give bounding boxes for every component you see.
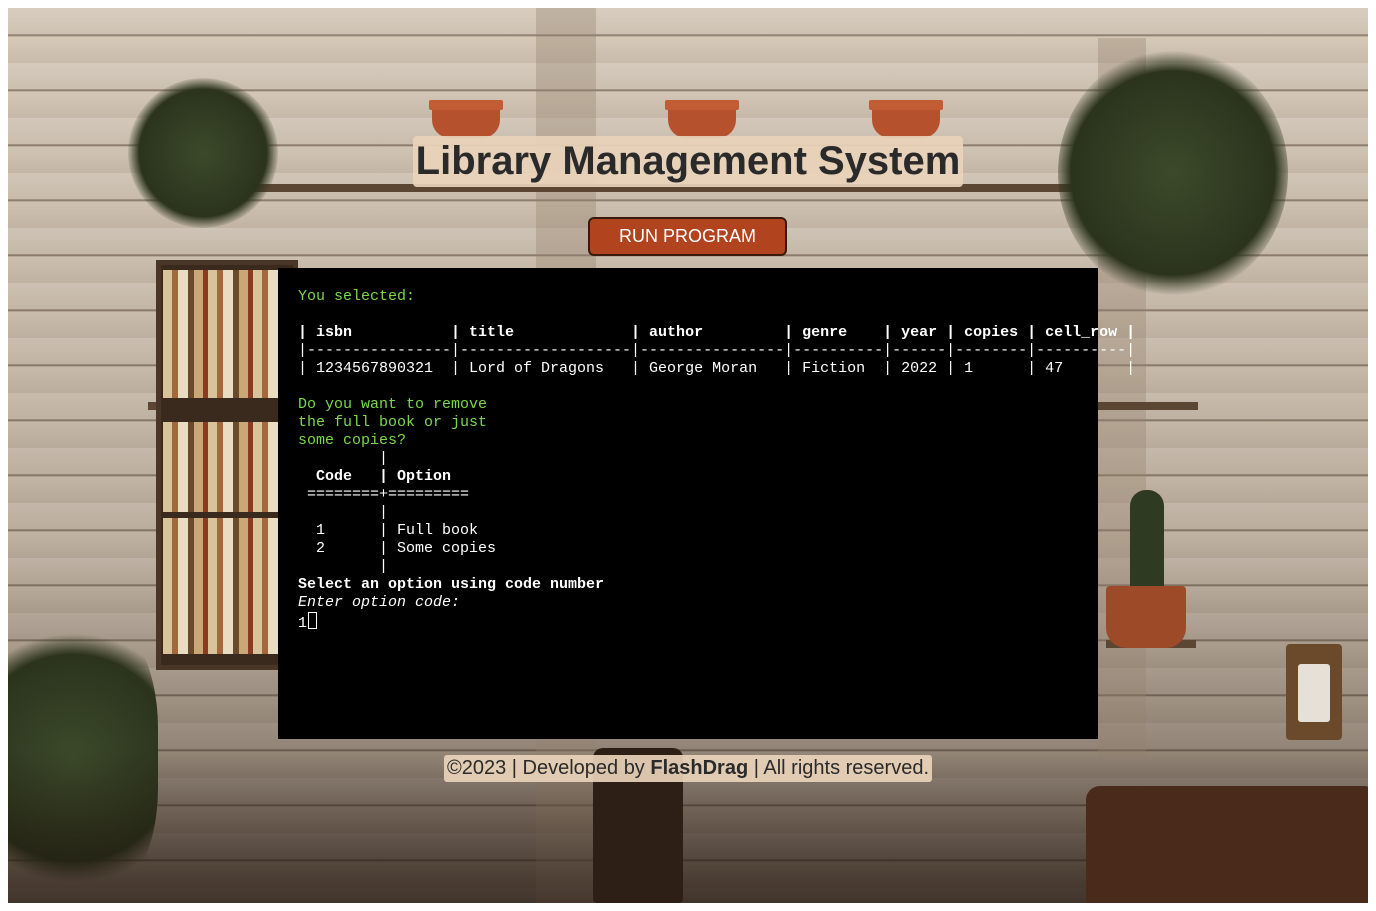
option-row-full-book: 1 | Full book <box>298 522 479 539</box>
flower-pot <box>665 100 739 138</box>
question-line: some copies? <box>298 432 407 449</box>
prompt-heading: Select an option using code number <box>298 576 605 593</box>
books <box>163 518 285 654</box>
footer-brand: FlashDrag <box>650 757 749 779</box>
question-line: Do you want to remove <box>298 396 488 413</box>
flower-pot <box>1106 586 1186 648</box>
options-table-bottom: | <box>298 558 389 575</box>
book-table-separator: |----------------|-------------------|--… <box>298 342 1136 359</box>
text-cursor-icon <box>308 612 318 629</box>
options-table-top: | <box>298 450 389 467</box>
terminal-console[interactable]: You selected: | isbn | title | author | … <box>278 268 1136 739</box>
footer-suffix: | All rights reserved. <box>748 757 930 779</box>
footer: ©2023 | Developed by FlashDrag | All rig… <box>444 755 932 782</box>
options-table-blank: | <box>298 504 389 521</box>
footer-prefix: ©2023 | Developed by <box>446 757 651 779</box>
flower-pot <box>869 100 943 138</box>
book-table-row: | 1234567890321 | Lord of Dragons | Geor… <box>298 360 1136 377</box>
terminal-selected-label: You selected: <box>298 288 416 305</box>
prompt-input-label: Enter option code: <box>298 594 461 611</box>
terminal-input-line[interactable]: 1 <box>298 612 1078 633</box>
options-table-rule: ========+========= <box>298 486 470 503</box>
flower-pot <box>429 100 503 138</box>
books <box>163 270 285 398</box>
books <box>163 422 285 512</box>
power-outlet <box>1286 644 1342 740</box>
terminal-input-value: 1 <box>298 615 308 632</box>
hanging-plant <box>128 78 278 228</box>
cactus <box>1130 490 1164 590</box>
page-title: Library Management System <box>413 136 963 187</box>
book-table-header: | isbn | title | author | genre | year |… <box>298 324 1136 341</box>
chair <box>1086 786 1368 903</box>
run-program-button[interactable]: RUN PROGRAM <box>588 217 787 256</box>
question-line: the full book or just <box>298 414 488 431</box>
option-row-some-copies: 2 | Some copies <box>298 540 497 557</box>
options-table-header: Code | Option <box>298 468 452 485</box>
hanging-plant <box>1058 48 1288 298</box>
